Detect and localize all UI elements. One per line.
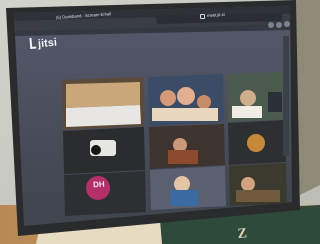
side-controls: [283, 36, 289, 156]
jitsi-logo: jitsi: [29, 36, 57, 51]
initials-dh-label: DH: [92, 179, 105, 190]
lock-icon: [200, 14, 205, 19]
jitsi-wordmark: jitsi: [37, 36, 58, 51]
book-text: Z: [237, 226, 248, 242]
jitsi-logo-icon: [29, 37, 37, 49]
avatar-gold-circle: [247, 134, 265, 152]
video-grid: [62, 72, 287, 216]
share-icon[interactable]: [284, 21, 290, 27]
settings-icon[interactable]: [276, 22, 282, 28]
video-icon[interactable]: [268, 22, 274, 28]
